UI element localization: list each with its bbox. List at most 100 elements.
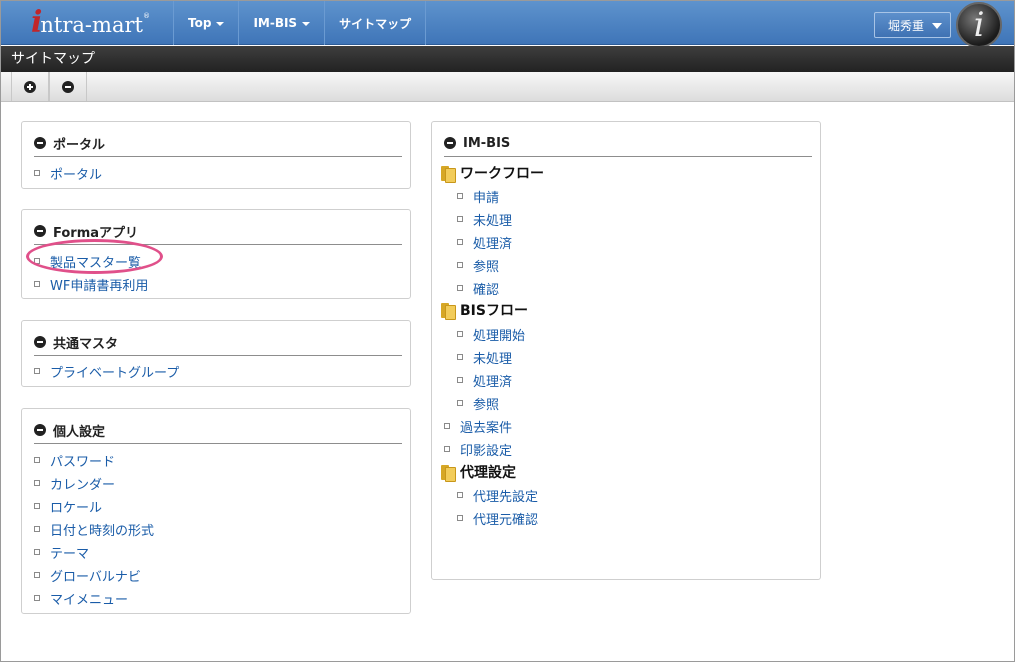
panel-personal-settings: 個人設定 パスワード カレンダー ロケール 日付と時刻の形式 テーマ グローバル…: [21, 408, 411, 614]
nav-item-label: サイトマップ: [339, 16, 412, 31]
bullet-square-icon: [457, 216, 463, 222]
folder-icon: [441, 464, 456, 482]
link-label: 参照: [473, 259, 500, 275]
panel-forma: Formaアプリ 製品マスター覧 WF申請書再利用: [21, 209, 411, 299]
bullet-square-icon: [457, 377, 463, 383]
folder-label: BISフロー: [460, 303, 528, 319]
panel-im-bis: IM-BIS ワークフロー 申請 未処理 処理済 参照 確認 BISフロー 処理…: [431, 121, 821, 580]
sitemap-link-global-navi[interactable]: グローバルナビ: [34, 565, 141, 585]
sitemap-link-reference[interactable]: 参照: [457, 255, 499, 275]
folder-bis-flow[interactable]: BISフロー: [441, 300, 528, 320]
sitemap-link-confirm[interactable]: 確認: [457, 278, 499, 298]
link-label: カレンダー: [50, 477, 116, 493]
bullet-square-icon: [457, 354, 463, 360]
expand-all-button[interactable]: [11, 72, 49, 101]
bullet-square-icon: [34, 457, 40, 463]
nav-item-top[interactable]: Top: [174, 1, 240, 45]
sitemap-link-datetime-format[interactable]: 日付と時刻の形式: [34, 519, 154, 539]
sitemap-link-processed[interactable]: 処理済: [457, 232, 512, 252]
panel-title: 個人設定: [53, 424, 106, 440]
bullet-square-icon: [34, 572, 40, 578]
sitemap-link-theme[interactable]: テーマ: [34, 542, 89, 562]
bullet-square-icon: [457, 285, 463, 291]
sitemap-link-bis-unprocessed[interactable]: 未処理: [457, 347, 512, 367]
nav-item-sitemap[interactable]: サイトマップ: [325, 1, 427, 45]
link-label: 参照: [473, 397, 500, 413]
folder-proxy-settings[interactable]: 代理設定: [441, 462, 516, 482]
bullet-square-icon: [34, 595, 40, 601]
sitemap-link-portal[interactable]: ポータル: [34, 163, 102, 183]
sitemap-link-product-master[interactable]: 製品マスター覧: [34, 251, 141, 271]
user-avatar[interactable]: i: [956, 2, 1002, 48]
link-label: テーマ: [50, 546, 90, 562]
user-menu-button[interactable]: 堀秀重: [874, 12, 951, 38]
bullet-square-icon: [34, 258, 40, 264]
sitemap-link-private-group[interactable]: プライベートグループ: [34, 361, 179, 381]
bullet-square-icon: [444, 446, 450, 452]
bullet-square-icon: [34, 170, 40, 176]
sitemap-link-process-start[interactable]: 処理開始: [457, 324, 525, 344]
link-label: 申請: [473, 190, 500, 206]
bullet-square-icon: [444, 423, 450, 429]
bullet-square-icon: [34, 503, 40, 509]
sitemap-link-my-menu[interactable]: マイメニュー: [34, 588, 128, 608]
sitemap-link-wf-reuse[interactable]: WF申請書再利用: [34, 274, 148, 294]
bullet-square-icon: [457, 515, 463, 521]
link-label: WF申請書再利用: [50, 278, 149, 294]
sitemap-link-bis-reference[interactable]: 参照: [457, 393, 499, 413]
panel-title: 共通マスタ: [53, 336, 119, 352]
plus-circle-icon: [24, 80, 36, 93]
sitemap-link-proxy-target[interactable]: 代理先設定: [457, 485, 538, 505]
nav-item-label: Top: [188, 16, 212, 30]
bullet-square-icon: [34, 549, 40, 555]
link-label: プライベートグループ: [50, 365, 180, 381]
sitemap-link-past-cases[interactable]: 過去案件: [444, 416, 512, 436]
panel-portal: ポータル ポータル: [21, 121, 411, 189]
panel-header[interactable]: 個人設定: [34, 417, 402, 444]
bullet-square-icon: [34, 526, 40, 532]
global-nav-bar: i ntra-mart ® Top IM-BIS サイトマップ 堀秀重 i: [1, 1, 1014, 48]
folder-workflow[interactable]: ワークフロー: [441, 163, 544, 183]
panel-header[interactable]: 共通マスタ: [34, 329, 402, 356]
nav-menu: Top IM-BIS サイトマップ: [173, 1, 427, 45]
sitemap-link-proxy-source[interactable]: 代理元確認: [457, 508, 538, 528]
sitemap-link-calendar[interactable]: カレンダー: [34, 473, 115, 493]
sitemap-link-bis-processed[interactable]: 処理済: [457, 370, 512, 390]
sitemap-link-password[interactable]: パスワード: [34, 450, 115, 470]
folder-label: 代理設定: [460, 465, 516, 481]
collapse-all-button[interactable]: [49, 72, 87, 101]
link-label: パスワード: [50, 454, 116, 470]
caret-down-icon: [216, 22, 225, 26]
panel-title: IM-BIS: [463, 135, 511, 151]
link-label: 製品マスター覧: [50, 255, 142, 271]
sitemap-link-apply[interactable]: 申請: [457, 186, 499, 206]
intra-mart-logo[interactable]: i ntra-mart ®: [31, 7, 150, 39]
link-label: 処理開始: [473, 328, 526, 344]
page-title: サイトマップ: [1, 46, 1014, 72]
nav-item-im-bis[interactable]: IM-BIS: [239, 1, 326, 45]
sitemap-link-locale[interactable]: ロケール: [34, 496, 102, 516]
panel-header[interactable]: Formaアプリ: [34, 218, 402, 245]
panel-common-master: 共通マスタ プライベートグループ: [21, 320, 411, 387]
link-label: 未処理: [473, 351, 513, 367]
link-label: 処理済: [473, 374, 513, 390]
sitemap-link-seal-settings[interactable]: 印影設定: [444, 439, 512, 459]
panel-header[interactable]: IM-BIS: [444, 130, 812, 157]
bullet-square-icon: [457, 262, 463, 268]
user-name: 堀秀重: [888, 18, 925, 33]
link-label: 印影設定: [460, 443, 513, 459]
bullet-square-icon: [457, 331, 463, 337]
logo-registered-mark: ®: [142, 12, 150, 20]
logo-text: ntra-mart: [40, 13, 143, 37]
bullet-square-icon: [34, 368, 40, 374]
link-label: ポータル: [50, 167, 103, 183]
link-label: 過去案件: [460, 420, 513, 436]
caret-down-icon: [302, 22, 311, 26]
link-label: 代理先設定: [473, 489, 539, 505]
bullet-square-icon: [457, 400, 463, 406]
panel-header[interactable]: ポータル: [34, 130, 402, 157]
sitemap-link-unprocessed[interactable]: 未処理: [457, 209, 512, 229]
minus-circle-icon: [62, 80, 74, 93]
link-label: 処理済: [473, 236, 513, 252]
link-label: ロケール: [50, 500, 103, 516]
